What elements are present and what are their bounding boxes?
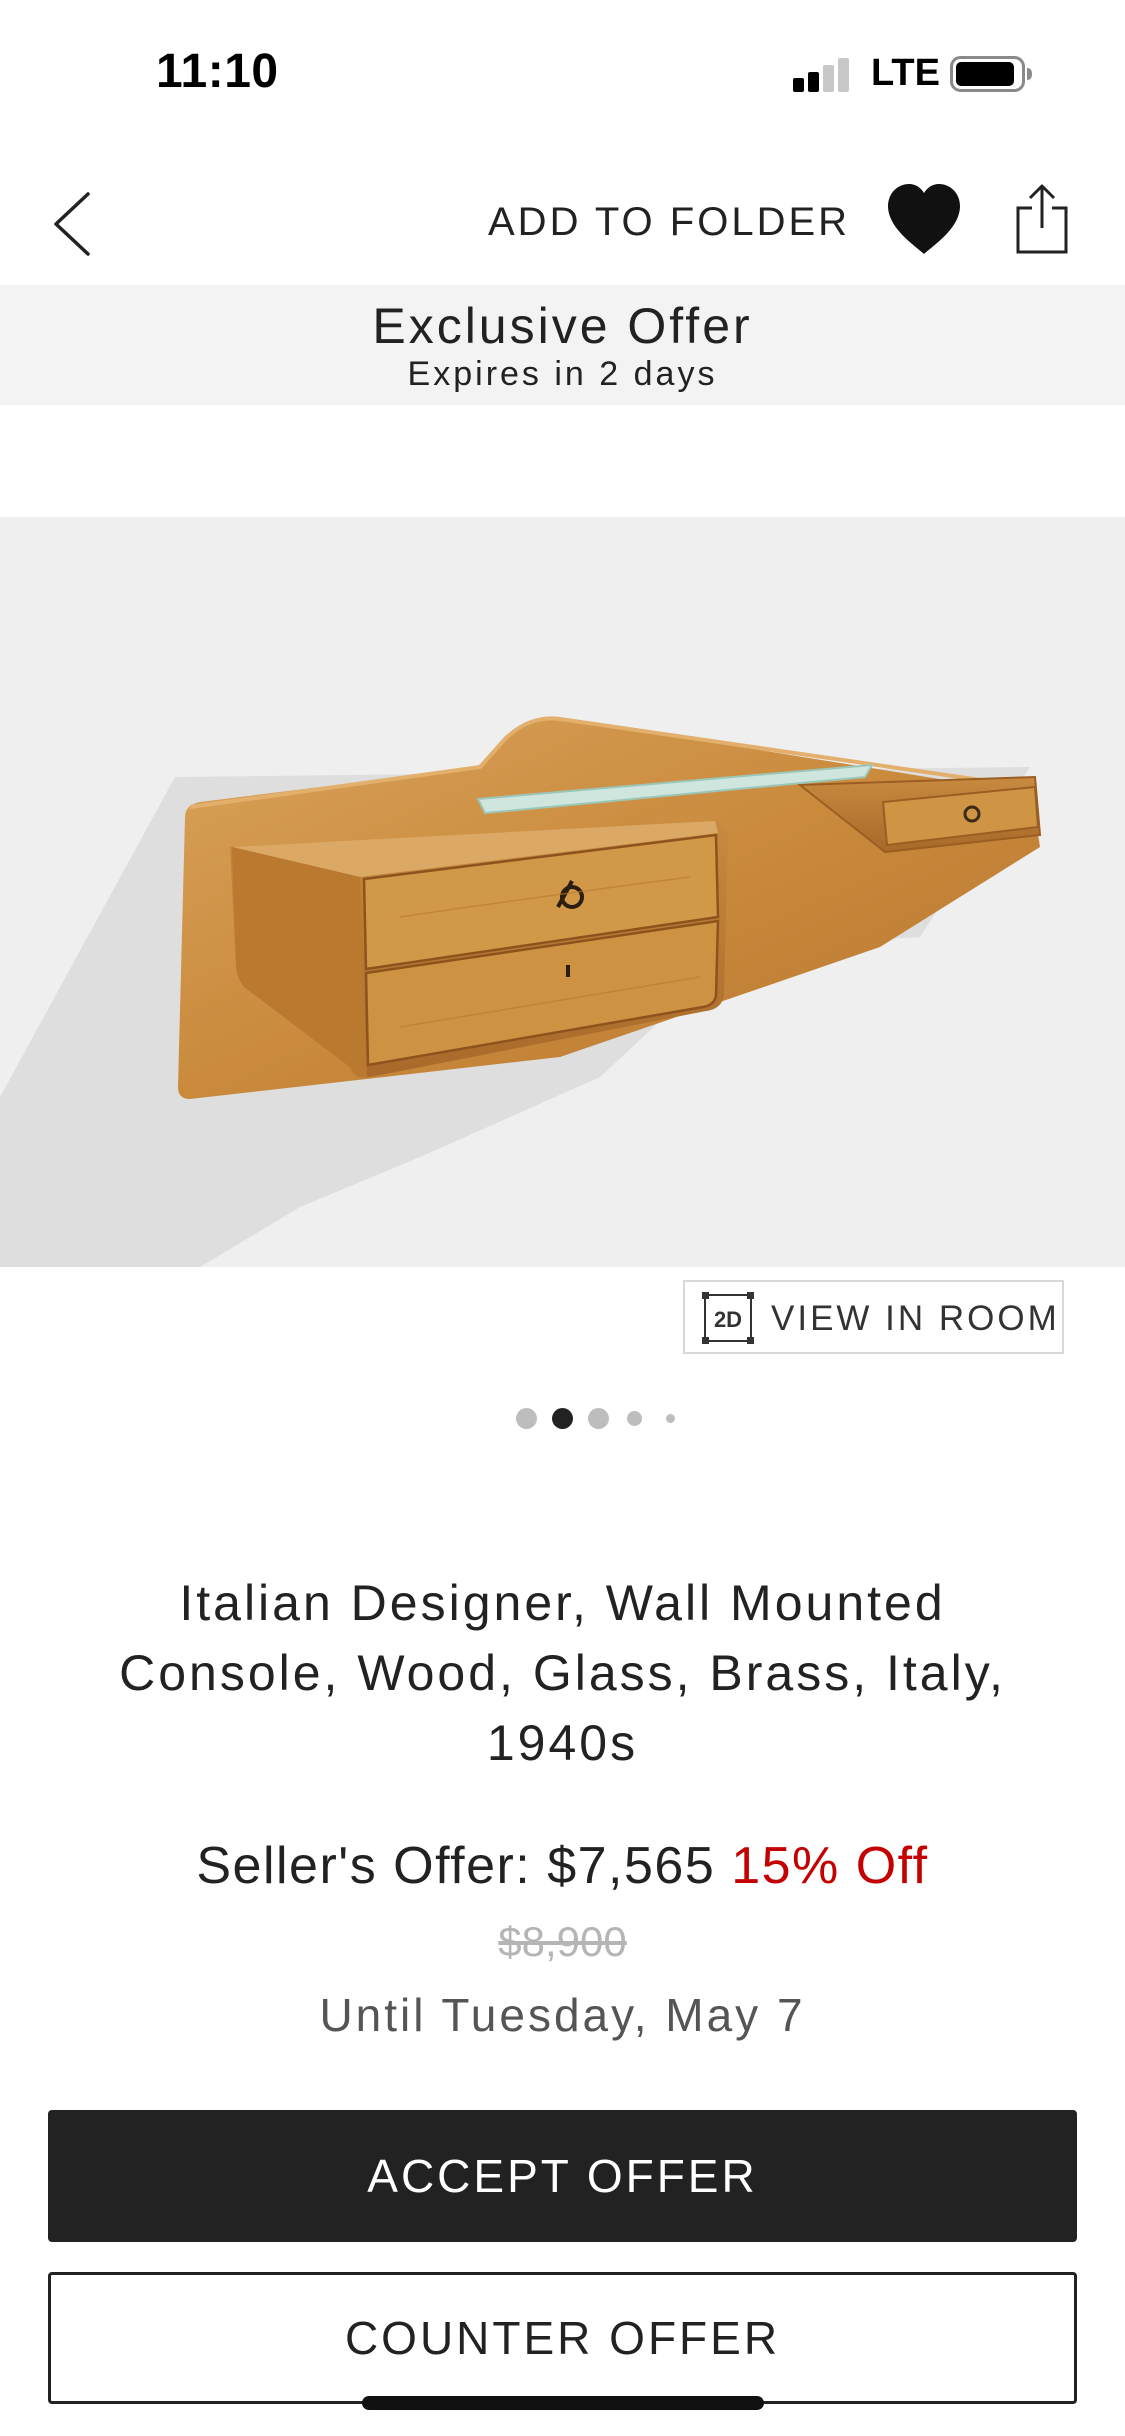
console-photo [0,716,1042,1267]
heart-icon [888,184,960,254]
seller-offer-line: Seller's Offer: $7,565 15% Off [0,1836,1125,1896]
cellular-signal-icon [793,58,851,92]
status-bar: 11:10 LTE [0,0,1125,150]
view-in-room-icon: 2D [702,1292,754,1344]
share-button[interactable] [1012,182,1072,258]
carousel-dot[interactable] [627,1411,642,1426]
network-type: LTE [871,52,940,94]
carousel-dot-active[interactable] [552,1408,573,1429]
carousel-dot[interactable] [516,1408,537,1429]
offer-expiration: Expires in 2 days [407,355,718,393]
share-icon [1016,184,1068,254]
view-in-room-button[interactable]: 2D VIEW IN ROOM [683,1280,1064,1354]
offer-deadline: Until Tuesday, May 7 [319,1989,806,2041]
seller-offer-price: Seller's Offer: $7,565 [196,1837,716,1895]
favorite-button[interactable] [884,180,964,260]
carousel-indicator [0,1405,1125,1435]
accept-offer-button[interactable]: ACCEPT OFFER [48,2110,1077,2242]
offer-title: Exclusive Offer [372,298,753,354]
add-to-folder-button[interactable]: ADD TO FOLDER [488,200,850,245]
carousel-dot[interactable] [666,1414,675,1423]
top-nav: ADD TO FOLDER [0,160,1125,285]
carousel-dot[interactable] [588,1408,609,1429]
counter-offer-button[interactable]: COUNTER OFFER [48,2272,1077,2404]
back-button[interactable] [44,184,106,264]
discount-label: 15% Off [731,1837,929,1895]
original-price: $8,900 [498,1918,627,1965]
chevron-left-icon [54,192,90,256]
status-time: 11:10 [156,45,279,98]
home-indicator[interactable] [362,2396,764,2410]
view-in-room-label: VIEW IN ROOM [771,1299,1060,1338]
product-image[interactable] [0,517,1125,1267]
view-in-room-icon-text: 2D [714,1307,742,1332]
exclusive-offer-banner: Exclusive Offer Expires in 2 days [0,285,1125,405]
product-title: Italian Designer, Wall Mounted Console, … [119,1575,1006,1771]
battery-icon [950,56,1034,92]
